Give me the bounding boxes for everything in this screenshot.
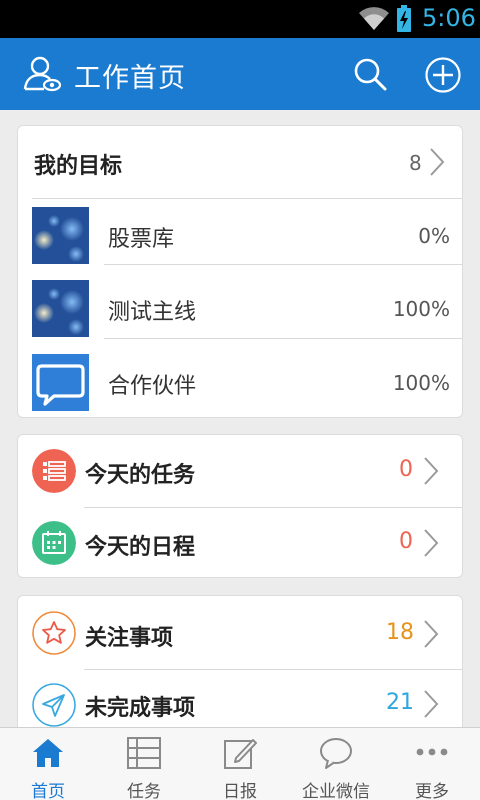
status-bar: 5:06: [0, 0, 480, 38]
nav-enterprise-wechat-label: 企业微信: [302, 782, 370, 800]
wifi-icon: [359, 7, 389, 30]
followed-items-count: 18: [386, 620, 414, 645]
nav-tasks[interactable]: 任务: [96, 728, 192, 800]
divider: [104, 264, 462, 265]
goals-title: 我的目标: [34, 154, 123, 179]
goal-item[interactable]: 测试主线 100%: [18, 272, 462, 345]
goal-item[interactable]: 合作伙伴 100%: [18, 346, 462, 417]
goals-header[interactable]: 我的目标 8: [18, 126, 462, 198]
task-list-icon: [32, 449, 76, 493]
goals-card: 我的目标 8 股票库 0% 测试主线 100% 合作伙伴 100%: [17, 125, 463, 418]
nav-more[interactable]: 更多: [384, 728, 480, 800]
star-icon: [32, 611, 76, 655]
today-schedule-label: 今天的日程: [85, 535, 196, 560]
nav-enterprise-wechat[interactable]: 企业微信: [288, 728, 384, 800]
followed-items-label: 关注事项: [85, 626, 174, 651]
goal-percent: 100%: [392, 297, 450, 321]
blue-bokeh-thumbnail: [32, 207, 89, 264]
chevron-right-icon: [430, 148, 445, 176]
send-icon: [32, 683, 76, 727]
goal-label: 测试主线: [108, 300, 197, 325]
today-tasks-label: 今天的任务: [85, 463, 196, 488]
goal-item[interactable]: 股票库 0%: [18, 199, 462, 272]
divider: [104, 338, 462, 339]
unfinished-items-label: 未完成事项: [85, 696, 196, 721]
chevron-right-icon: [424, 620, 439, 648]
user-eye-logo-icon: [23, 56, 62, 92]
chevron-right-icon: [424, 457, 439, 485]
task-grid-icon: [127, 737, 161, 769]
more-icon: [416, 748, 448, 756]
edit-icon: [224, 739, 257, 769]
today-schedule-count: 0: [399, 529, 413, 554]
goals-count: 8: [409, 151, 422, 175]
goal-percent: 0%: [418, 224, 450, 248]
home-icon: [33, 739, 63, 767]
battery-charging-icon: [397, 5, 411, 32]
today-schedule-row[interactable]: 今天的日程 0: [18, 508, 462, 577]
clock: 5:06: [422, 4, 476, 32]
chevron-right-icon: [424, 690, 439, 718]
chevron-right-icon: [424, 529, 439, 557]
nav-home[interactable]: 首页: [0, 728, 96, 800]
app-bar: 工作首页: [0, 38, 480, 110]
goal-label: 合作伙伴: [108, 374, 197, 399]
nav-daily-report[interactable]: 日报: [192, 728, 288, 800]
follow-card: 关注事项 18 未完成事项 21: [17, 595, 463, 745]
blue-bokeh-thumbnail: [32, 280, 89, 337]
search-icon[interactable]: [352, 56, 388, 92]
chat-icon: [320, 738, 352, 769]
unfinished-items-count: 21: [386, 690, 414, 715]
calendar-icon: [32, 521, 76, 565]
goal-percent: 100%: [392, 371, 450, 395]
nav-tasks-label: 任务: [127, 782, 161, 800]
chat-bubble-thumbnail: [32, 354, 89, 411]
nav-more-label: 更多: [415, 782, 449, 800]
followed-items-row[interactable]: 关注事项 18: [18, 596, 462, 669]
today-card: 今天的任务 0 今天的日程 0: [17, 434, 463, 578]
add-circle-icon[interactable]: [424, 56, 462, 94]
nav-home-label: 首页: [31, 782, 65, 800]
today-tasks-count: 0: [399, 457, 413, 482]
today-tasks-row[interactable]: 今天的任务 0: [18, 435, 462, 507]
bottom-navigation: 首页 任务 日报 企业微信 更多: [0, 727, 480, 800]
goal-label: 股票库: [108, 227, 175, 252]
nav-daily-report-label: 日报: [223, 782, 257, 800]
page-title: 工作首页: [74, 63, 186, 94]
